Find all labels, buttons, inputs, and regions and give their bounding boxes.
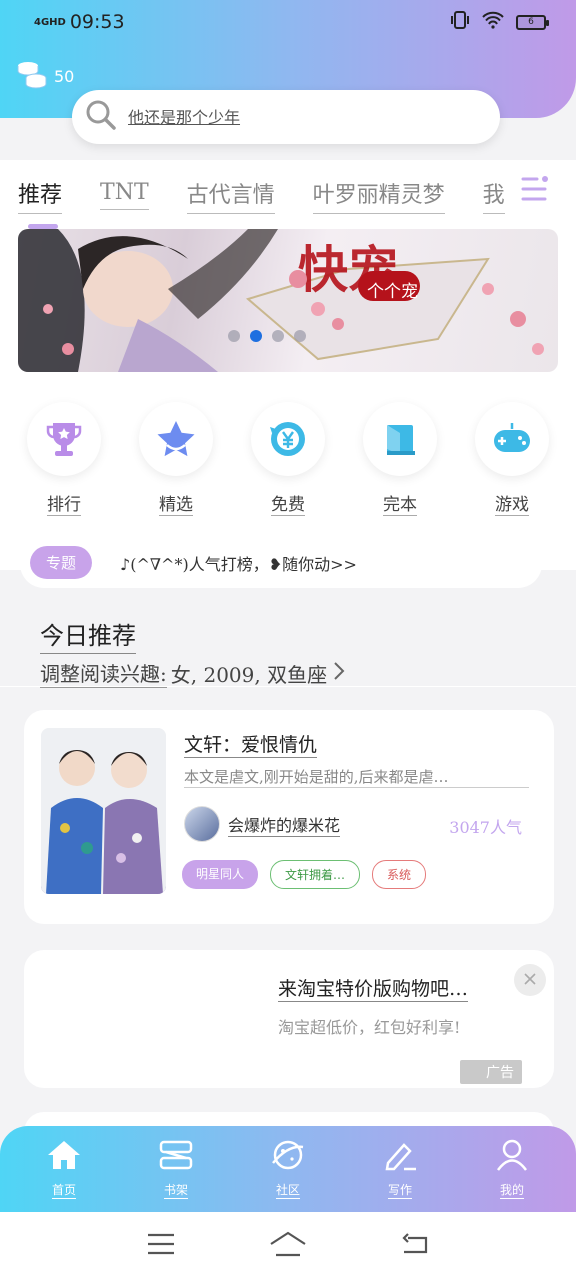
home-icon [46, 1139, 82, 1175]
system-navigation [0, 1212, 576, 1280]
search-bar[interactable] [72, 90, 500, 144]
tab-ancient-romance[interactable]: 古代言情 [186, 177, 275, 214]
topic-bar[interactable]: 专题 ♪(^∇^*)人气打榜，❥随你动>> [20, 538, 542, 588]
chevron-right-icon [331, 660, 347, 687]
promo-banner[interactable]: 快宠 个个宠 [18, 229, 558, 372]
ad-card[interactable]: 来淘宝特价版购物吧… 淘宝超低价，红包好利享! 广告 [24, 950, 554, 1088]
yen-icon [251, 402, 325, 476]
nav-home[interactable]: 首页 [24, 1139, 104, 1199]
search-icon [84, 98, 118, 136]
user-icon [494, 1139, 530, 1175]
category-menu-button[interactable] [510, 172, 560, 210]
back-icon[interactable] [400, 1232, 430, 1260]
quick-link-label: 游戏 [495, 490, 529, 516]
quick-link-games[interactable]: 游戏 [462, 402, 562, 516]
banner-illustration: 快宠 [18, 229, 544, 372]
book-card[interactable]: 文轩：爱恨情仇 本文是虐文,刚开始是甜的,后来都是虐… 会爆炸的爆米花 3047… [24, 710, 554, 924]
author-name[interactable]: 会爆炸的爆米花 [228, 812, 341, 837]
trophy-icon [27, 402, 101, 476]
banner-dot[interactable] [294, 330, 306, 342]
coin-count: 50 [54, 66, 75, 86]
menu-icon[interactable] [146, 1232, 176, 1260]
wifi-icon [482, 11, 504, 33]
ad-title[interactable]: 来淘宝特价版购物吧… [278, 974, 469, 1002]
ad-close-button[interactable] [514, 964, 546, 996]
battery-icon: 6 [516, 14, 549, 30]
quick-link-featured[interactable]: 精选 [126, 402, 226, 516]
quick-link-free[interactable]: 免费 [238, 402, 338, 516]
quick-link-label: 完本 [383, 490, 417, 516]
nav-profile[interactable]: 我的 [472, 1139, 552, 1199]
nav-label: 书架 [163, 1183, 188, 1199]
nav-write[interactable]: 写作 [360, 1139, 440, 1199]
book-tag[interactable]: 明星同人 [182, 860, 259, 889]
reading-interest-values: 女, 2009, 双鱼座 [170, 662, 328, 687]
quick-link-label: 精选 [159, 490, 193, 516]
topic-tag: 专题 [30, 546, 93, 580]
banner-dot[interactable] [272, 330, 284, 342]
book-tag[interactable]: 文轩拥着… [270, 860, 361, 889]
banner-tag: 个个宠 [367, 282, 418, 302]
topic-text[interactable]: ♪(^∇^*)人气打榜，❥随你动>> [120, 551, 357, 575]
menu-icon [520, 176, 550, 206]
banner-dot-active[interactable] [250, 330, 262, 342]
book-tags: 明星同人 文轩拥着… 系统 [182, 860, 427, 889]
nav-label: 写作 [387, 1183, 412, 1199]
nav-label: 我的 [499, 1183, 524, 1199]
quick-link-finished[interactable]: 完本 [350, 402, 450, 516]
nav-label: 社区 [275, 1183, 300, 1199]
quick-link-label: 免费 [271, 490, 305, 516]
avatar[interactable] [184, 806, 220, 842]
status-icons: 6 [450, 11, 549, 33]
coin-balance[interactable]: 50 [16, 58, 74, 94]
close-icon [523, 971, 537, 990]
author-row[interactable]: 会爆炸的爆米花 [184, 806, 341, 842]
tab-recommend[interactable]: 推荐 [18, 177, 63, 214]
tab-tnt[interactable]: TNT [100, 180, 149, 210]
bookshelf-icon [158, 1139, 194, 1175]
section-title: 今日推荐 [40, 616, 136, 654]
quick-links: 排行 精选 免费 完本 游戏 [0, 402, 576, 516]
ad-subtitle: 淘宝超低价，红包好利享! [278, 1018, 461, 1037]
banner-pagination [228, 330, 306, 342]
coin-icon [16, 58, 48, 94]
reading-interest-prefix: 调整阅读兴趣: [40, 658, 167, 688]
nav-community[interactable]: 社区 [248, 1139, 328, 1199]
ad-label: 广告 [460, 1060, 522, 1084]
nav-bookshelf[interactable]: 书架 [136, 1139, 216, 1199]
network-indicator: 4GHD [34, 16, 66, 28]
planet-icon [270, 1139, 306, 1175]
bottom-navigation: 首页 书架 社区 写作 我的 [0, 1126, 576, 1212]
search-input[interactable] [128, 107, 468, 127]
popularity-count: 3047人气 [449, 818, 522, 837]
status-bar: 4GHD 09:53 6 [0, 0, 576, 44]
quick-link-ranking[interactable]: 排行 [14, 402, 114, 516]
book-title[interactable]: 文轩：爱恨情仇 [184, 730, 318, 758]
category-tabs: 推荐 TNT 古代言情 叶罗丽精灵梦 我 [0, 170, 576, 220]
star-icon [139, 402, 213, 476]
reading-interest-link[interactable]: 调整阅读兴趣: 女, 2009, 双鱼座 [40, 658, 347, 688]
nav-label: 首页 [51, 1183, 76, 1199]
status-time: 09:53 [69, 11, 125, 33]
quick-link-label: 排行 [47, 490, 81, 516]
tab-yeluoli[interactable]: 叶罗丽精灵梦 [312, 177, 445, 214]
book-description: 本文是虐文,刚开始是甜的,后来都是虐… [184, 766, 529, 788]
divider [0, 686, 576, 687]
book-cover[interactable] [41, 728, 166, 894]
book-tag[interactable]: 系统 [372, 860, 427, 889]
home-icon[interactable] [268, 1230, 308, 1262]
banner-dot[interactable] [228, 330, 240, 342]
tab-more[interactable]: 我 [482, 177, 505, 214]
vibrate-icon [450, 11, 470, 33]
gamepad-icon [475, 402, 549, 476]
pen-icon [382, 1139, 418, 1175]
book-icon [363, 402, 437, 476]
